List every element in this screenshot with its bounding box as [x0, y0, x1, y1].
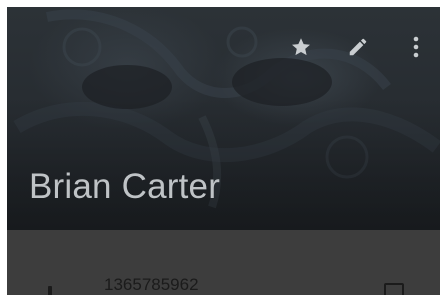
edit-pencil-icon	[349, 38, 367, 56]
star-icon	[292, 38, 310, 56]
phone-row[interactable]: 1365785962	[7, 230, 440, 295]
favorite-button[interactable]	[283, 29, 319, 65]
contact-name: Brian Carter	[29, 167, 221, 206]
more-options-button[interactable]	[398, 29, 434, 65]
phone-number: 1365785962	[104, 275, 199, 294]
message-icon[interactable]	[384, 282, 404, 295]
more-vert-icon	[413, 36, 419, 58]
phone-icon	[48, 286, 52, 295]
contact-details: 1365785962	[7, 230, 440, 295]
contact-header: Brian Carter	[7, 7, 440, 230]
contact-screen: Brian Carter 1365785962	[7, 7, 440, 295]
edit-button[interactable]	[340, 29, 376, 65]
